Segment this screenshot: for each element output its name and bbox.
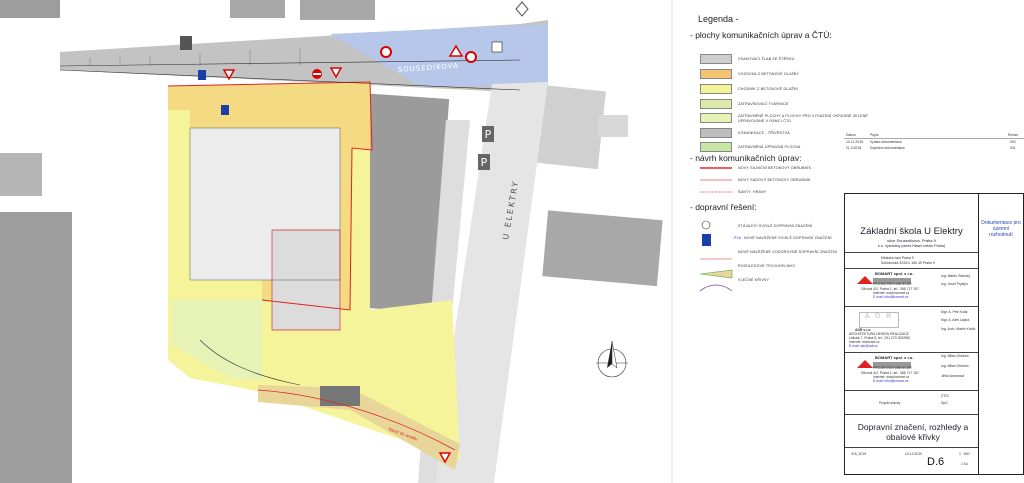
architect1: Mgr. A. Petr Kotal [941, 310, 968, 314]
existing-sign-icon [701, 220, 711, 230]
building-left [0, 153, 42, 196]
project-name: Základní škola U Elektry [860, 226, 963, 237]
part-number: ZTDI [941, 394, 949, 398]
architect2: Mgr. A. Aleš Lapka [941, 318, 970, 322]
legend-item-road: KOMUNIKACE - TŘÍVRSTVÁ [738, 131, 790, 135]
legend-item-edges: ŠANTY, HRANY [738, 190, 767, 194]
parking-sign-icon [221, 105, 229, 115]
revisions-table: Datum Popis Revize 10.12.2015 Vydání dok… [844, 133, 1024, 155]
gray-sign-icon [491, 41, 503, 53]
hip-name: Ing. Josef Pryslýn [941, 282, 968, 286]
company1-mail-2: E-mail: info@bomart.cz [873, 379, 909, 383]
parking-label-1: P [485, 128, 492, 141]
company1-mail: E-mail: info@bomart.cz [873, 295, 909, 299]
parking-sign-icon [198, 70, 206, 80]
rev-header-desc: Popis [870, 133, 879, 137]
legend-item-road-curb: NOVÝ SILNIČNÍ BETONOVÝ OBRUBNÍK [738, 166, 812, 170]
rev-row-date: 10.12.2015 [846, 140, 863, 144]
building-left-large [0, 212, 72, 483]
company1-name-2: BOMART spol. s r.o. [875, 355, 914, 360]
swatch-grass-blocks [700, 99, 732, 109]
bus-stop-sign-icon [180, 36, 192, 50]
responsible-2: Ing. Milan Ohebza [941, 364, 969, 368]
building-top-2 [300, 0, 375, 20]
investor-address: Sokolovská 324/14, 180 49 Praha 9 [881, 261, 935, 265]
rev-row-desc: Doplnění dokumentace [870, 146, 905, 150]
legend-section-traffic: - dopravní řešení: [690, 202, 757, 212]
legend-item-gravel: VSAKOVACÍ ŽLAB ZE ŠTĚRKU [738, 57, 795, 61]
building-small [598, 115, 628, 137]
legend-item-new-vertical-signs: NOVĚ NAVRŽENÉ SVISLÉ DOPRAVNÍ ZNAČENÍ [744, 236, 832, 240]
project-part: Projekt stavby [879, 401, 901, 405]
responsible-1: Ing. Milan Ohebza [941, 354, 969, 358]
building-right-2 [542, 210, 663, 287]
drawing-number: D.6 [927, 456, 945, 468]
legend-title: Legenda - [698, 14, 739, 24]
legend-item-new-horizontal-marking: NOVĚ NAVRŽENÉ VODOROVNÉ DOPRAVNÍ ZNAČENÍ [738, 250, 838, 254]
title-block-side: Dokumentace pro územní rozhodnutí [979, 193, 1024, 475]
title-block: Základní škola U Elektry ulice Sousedíko… [844, 193, 979, 475]
legend-item-green-areas-2: UPRAVOVANÉ V RÁMCI ČTÚ [738, 119, 792, 123]
legend-item-sidewalk: CHODNÍK Z BETONOVÉ DLAŽBY [738, 87, 799, 91]
swatch-road-paving [700, 69, 732, 79]
building-top [230, 0, 285, 18]
swatch-grass-area [700, 142, 732, 152]
rev-row-date: 21.3.2016 [846, 146, 862, 150]
drawn-by: Jiřina Amonová [941, 374, 965, 378]
legend-item-green-areas: ZATRAVNĚNÉ PLOCHY A PLOCHY PRO VYSAZENÍ … [738, 114, 868, 118]
building-right-1 [536, 85, 606, 170]
legend-item-garden-curb: NOVÝ SADOVÝ BETONOVÝ OBRUBNÍK [738, 178, 811, 182]
rev-header-rev: Revize [1008, 133, 1019, 137]
legend-item-sight-triangles: ROZHLEDOVÉ TROJÚHELNÍKY [738, 264, 796, 268]
legend-item-new-sign-tag: P16 [734, 236, 741, 240]
company2-mail: E-mail: adr@adr.cz [849, 344, 878, 348]
new-sign-icon [702, 234, 711, 246]
company1-sub-2: PROJEKČNÍ KANCELÁŘ [873, 366, 912, 370]
swept-path-icon [700, 284, 733, 292]
adr-logo: A D R [859, 312, 899, 328]
project-sub: ulice Sousedíkova, Praha 9 [887, 238, 936, 243]
parking-label-2: P [481, 156, 488, 169]
rev-row-desc: Vydání dokumentace [870, 140, 902, 144]
gip-name: Ing. Martin Zárecký [941, 274, 971, 278]
legend-section-surfaces: - plochy komunikačních úprav a ČTÚ: [690, 30, 832, 40]
drawing-title: Dopravní značení, rozhledy a obalové kři… [857, 422, 969, 442]
legend-item-grass-area: ZATRAVNĚNÁ ÚPRAVNÁ PLOCHA [738, 145, 801, 149]
swatch-road [700, 128, 732, 138]
swatch-sidewalk [700, 84, 732, 94]
contract-number: 015_2015 [851, 452, 867, 456]
investor: Městská část Praha 9 [881, 256, 914, 260]
legend-item-road-paving: VOZOVKA Z BETONOVÉ DLAŽBY [738, 72, 800, 76]
rev-row-rev: 001 [1010, 146, 1016, 150]
rev-row-rev: 000 [1010, 140, 1016, 144]
sight-triangle-icon [700, 269, 733, 279]
prohibition-sign-icon [465, 51, 477, 63]
gate-building [320, 386, 360, 406]
bomart-logo: BOMART spol. s r.o. PROJEKČNÍ KANCELÁŘ O… [855, 271, 919, 302]
prohibition-sign-icon [380, 46, 392, 58]
stamp-text: Dokumentace pro územní rozhodnutí [981, 220, 1021, 238]
architect3: Ing. Arch. Martin Kubík [941, 327, 976, 331]
rev-header-date: Datum [846, 133, 856, 137]
traffic-legend-icons [700, 220, 733, 292]
legend-item-swept-paths: VLEČNÉ KŘIVKY [738, 278, 770, 282]
company1-sub: PROJEKČNÍ KANCELÁŘ [873, 282, 912, 286]
north-arrow-icon [596, 340, 628, 378]
drawing-date: 10.12.2015 [905, 452, 922, 456]
drawing-scale: 1 : 500 [959, 452, 970, 456]
swatch-green-areas [700, 113, 732, 123]
priority-road-sign-icon [515, 1, 529, 17]
legend-item-existing-signs: STÁVAJÍCÍ SVISLÉ DOPRAVNÍ ZNAČENÍ [738, 224, 813, 228]
company1-name: BOMART spol. s r.o. [875, 271, 914, 276]
site-plan-map: P P SOUSEDÍKOVA U ELEKTRY Vjezd do areál… [0, 0, 673, 483]
project-sub2: k.ú. Vysočany (okres Hlavní město Praha) [878, 244, 945, 248]
building-top-left [0, 0, 60, 18]
bomart-logo-2: BOMART spol. s r.o. PROJEKČNÍ KANCELÁŘ O… [855, 355, 919, 386]
drawing-format: 2 A4 [961, 462, 968, 466]
curb-lines-icon [700, 167, 732, 193]
swatch-gravel [700, 54, 732, 64]
legend-item-grass-blocks: ZATRAVŇOVACÍ TVÁRNICE [738, 102, 789, 106]
legend-section-proposal: - návrh komunikačních úprav: [690, 153, 802, 163]
degree: SpÚ [941, 401, 948, 405]
